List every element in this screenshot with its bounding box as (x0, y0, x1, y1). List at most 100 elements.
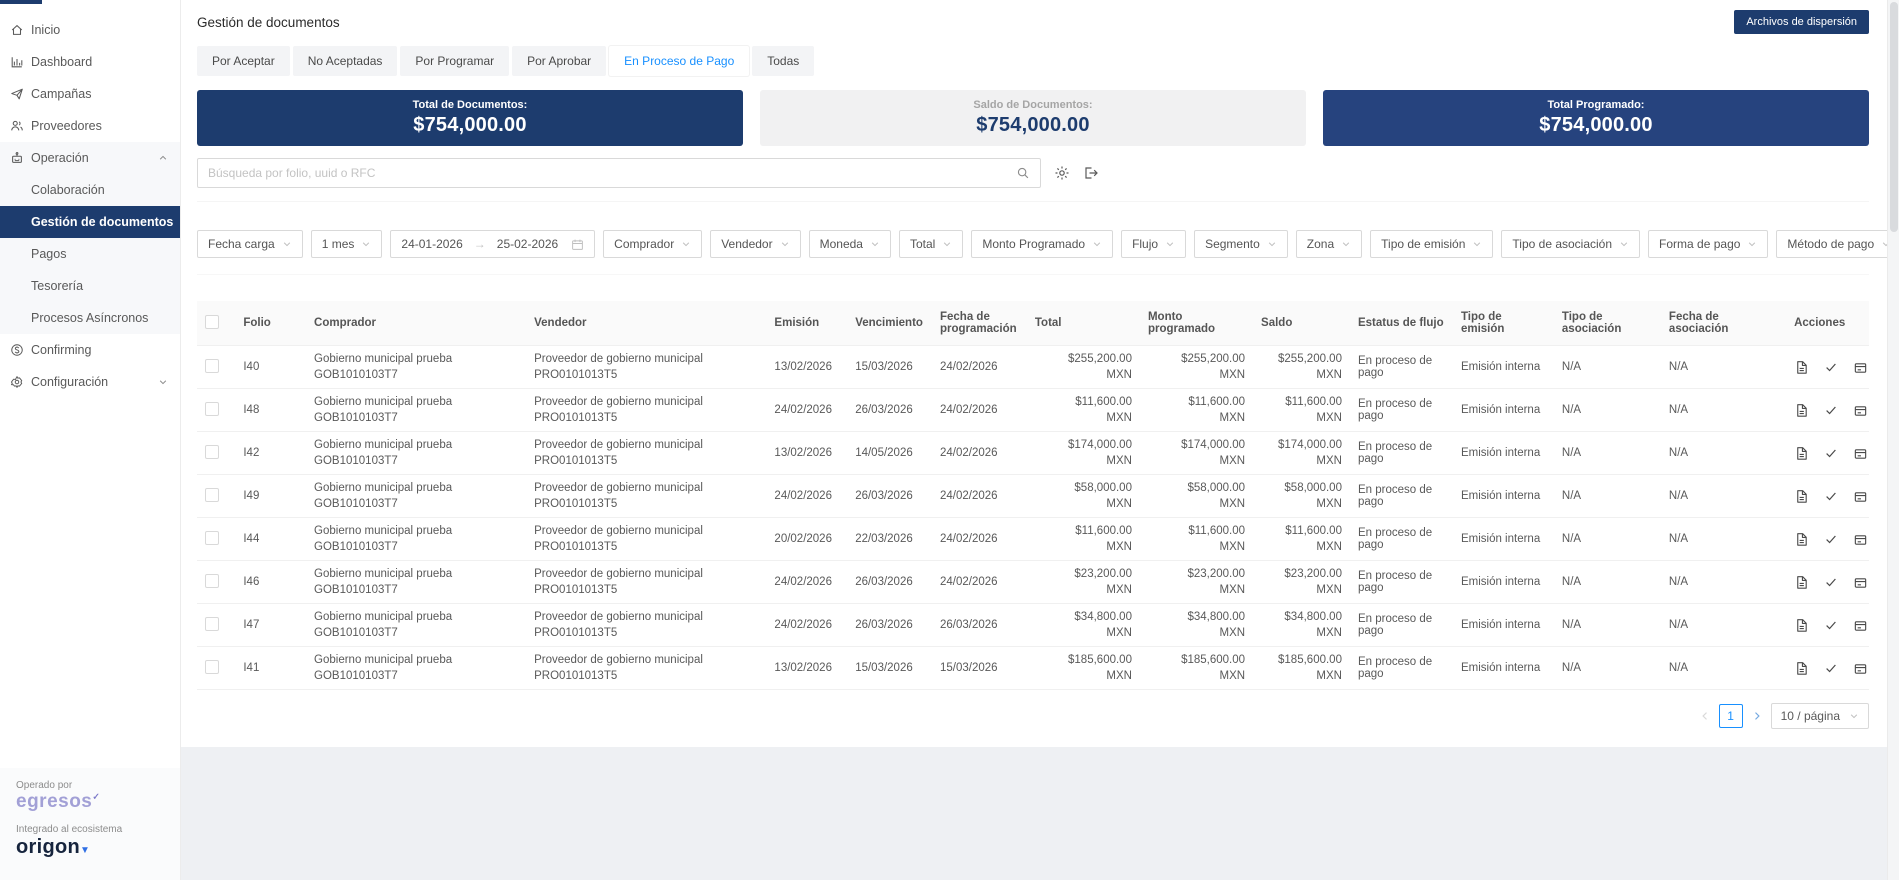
cell-tipo-emision: Emisión interna (1453, 518, 1554, 561)
row-checkbox[interactable] (205, 574, 219, 588)
sidebar-item-procesos-asincronos[interactable]: Procesos Asíncronos (0, 302, 180, 334)
payment-detail-icon[interactable] (1853, 446, 1868, 461)
scrollbar[interactable] (1887, 0, 1899, 880)
view-document-icon[interactable] (1794, 532, 1809, 547)
filter-daterange[interactable]: 24-01-2026→25-02-2026 (390, 230, 595, 258)
tab-por-aceptar[interactable]: Por Aceptar (197, 46, 290, 76)
tab-no-aceptadas[interactable]: No Aceptadas (293, 46, 398, 76)
page-number[interactable]: 1 (1719, 704, 1743, 728)
view-document-icon[interactable] (1794, 489, 1809, 504)
daterange-end[interactable]: 25-02-2026 (497, 237, 558, 251)
cell-tipo-emision: Emisión interna (1453, 432, 1554, 475)
filter-forma-de-pago[interactable]: Forma de pago (1648, 230, 1768, 258)
approve-document-icon[interactable] (1824, 360, 1838, 374)
filter-zona[interactable]: Zona (1296, 230, 1362, 258)
row-checkbox[interactable] (205, 660, 219, 674)
sidebar-item-pagos[interactable]: Pagos (0, 238, 180, 270)
filter-total[interactable]: Total (899, 230, 963, 258)
sidebar-item-proveedores[interactable]: Proveedores (0, 110, 180, 142)
view-document-icon[interactable] (1794, 661, 1809, 676)
cell-vendedor: Proveedor de gobierno municipalPRO010101… (526, 604, 766, 647)
export-icon[interactable] (1083, 165, 1099, 181)
sidebar-item-inicio[interactable]: Inicio (0, 14, 180, 46)
scrollbar-thumb[interactable] (1890, 2, 1898, 232)
daterange-start[interactable]: 24-01-2026 (401, 237, 462, 251)
filter-vendedor[interactable]: Vendedor (710, 230, 800, 258)
search-icon[interactable] (1016, 166, 1030, 180)
chevron-right-icon[interactable] (1751, 710, 1763, 722)
approve-document-icon[interactable] (1824, 532, 1838, 546)
view-document-icon[interactable] (1794, 403, 1809, 418)
row-checkbox[interactable] (205, 359, 219, 373)
settings-gear-icon[interactable] (1054, 165, 1070, 181)
tab-en-proceso-de-pago[interactable]: En Proceso de Pago (609, 46, 749, 76)
filter-1-mes[interactable]: 1 mes (311, 230, 383, 258)
row-checkbox[interactable] (205, 402, 219, 416)
payment-detail-icon[interactable] (1853, 618, 1868, 633)
table-row: I49Gobierno municipal pruebaGOB1010103T7… (197, 475, 1869, 518)
payment-detail-icon[interactable] (1853, 360, 1868, 375)
cell-acciones (1786, 389, 1869, 432)
row-checkbox[interactable] (205, 617, 219, 631)
approve-document-icon[interactable] (1824, 661, 1838, 675)
cell-total: $23,200.00MXN (1027, 561, 1140, 604)
filter-monto-programado[interactable]: Monto Programado (971, 230, 1113, 258)
cell-monto: $58,000.00MXN (1140, 475, 1253, 518)
table-row: I48Gobierno municipal pruebaGOB1010103T7… (197, 389, 1869, 432)
filter-flujo[interactable]: Flujo (1121, 230, 1186, 258)
payment-detail-icon[interactable] (1853, 575, 1868, 590)
sidebar-item-gestion-de-documentos[interactable]: Gestión de documentos (0, 206, 180, 238)
select-all-checkbox[interactable] (205, 315, 219, 329)
approve-document-icon[interactable] (1824, 403, 1838, 417)
sidebar-item-campanas[interactable]: Campañas (0, 78, 180, 110)
approve-document-icon[interactable] (1824, 446, 1838, 460)
sidebar-item-label: Configuración (31, 375, 108, 389)
saldo-value: $23,200.00 (1261, 568, 1342, 580)
filter-label: Total (910, 237, 935, 251)
view-document-icon[interactable] (1794, 575, 1809, 590)
filter-comprador[interactable]: Comprador (603, 230, 702, 258)
filter-segmento[interactable]: Segmento (1194, 230, 1288, 258)
filter-tipo-de-emisión[interactable]: Tipo de emisión (1370, 230, 1493, 258)
sidebar-item-tesoreria[interactable]: Tesorería (0, 270, 180, 302)
dispersion-files-button[interactable]: Archivos de dispersión (1734, 10, 1869, 34)
saldo-value: $11,600.00 (1261, 525, 1342, 537)
search-input[interactable] (208, 166, 1016, 180)
page-size-select[interactable]: 10 / página (1771, 703, 1869, 729)
view-document-icon[interactable] (1794, 360, 1809, 375)
sidebar-item-colaboracion[interactable]: Colaboración (0, 174, 180, 206)
tab-todas[interactable]: Todas (752, 46, 814, 76)
table-row: I41Gobierno municipal pruebaGOB1010103T7… (197, 647, 1869, 690)
payment-detail-icon[interactable] (1853, 661, 1868, 676)
sidebar-item-operacion[interactable]: Operación (0, 142, 180, 174)
row-select-cell (197, 518, 235, 561)
comprador-codigo: GOB1010103T7 (314, 498, 518, 510)
row-checkbox[interactable] (205, 445, 219, 459)
filter-fecha-carga[interactable]: Fecha carga (197, 230, 303, 258)
tab-por-aprobar[interactable]: Por Aprobar (512, 46, 606, 76)
approve-document-icon[interactable] (1824, 618, 1838, 632)
approve-document-icon[interactable] (1824, 489, 1838, 503)
sidebar-item-configuracion[interactable]: Configuración (0, 366, 180, 398)
payment-detail-icon[interactable] (1853, 489, 1868, 504)
view-document-icon[interactable] (1794, 618, 1809, 633)
payment-detail-icon[interactable] (1853, 532, 1868, 547)
search-box[interactable] (197, 158, 1041, 188)
filter-método-de-pago[interactable]: Método de pago (1776, 230, 1899, 258)
sidebar-item-confirming[interactable]: Confirming (0, 334, 180, 366)
sidebar-item-dashboard[interactable]: Dashboard (0, 46, 180, 78)
tab-por-programar[interactable]: Por Programar (400, 46, 509, 76)
filter-moneda[interactable]: Moneda (809, 230, 891, 258)
payment-detail-icon[interactable] (1853, 403, 1868, 418)
vendedor-nombre: Proveedor de gobierno municipal (534, 568, 758, 580)
cell-monto: $34,800.00MXN (1140, 604, 1253, 647)
view-document-icon[interactable] (1794, 446, 1809, 461)
filter-tipo-de-asociación[interactable]: Tipo de asociación (1501, 230, 1640, 258)
chevron-left-icon[interactable] (1699, 710, 1711, 722)
approve-document-icon[interactable] (1824, 575, 1838, 589)
row-checkbox[interactable] (205, 488, 219, 502)
cell-programacion: 24/02/2026 (932, 432, 1027, 475)
sidebar-item-label: Gestión de documentos (31, 215, 173, 229)
cell-programacion: 24/02/2026 (932, 475, 1027, 518)
row-checkbox[interactable] (205, 531, 219, 545)
